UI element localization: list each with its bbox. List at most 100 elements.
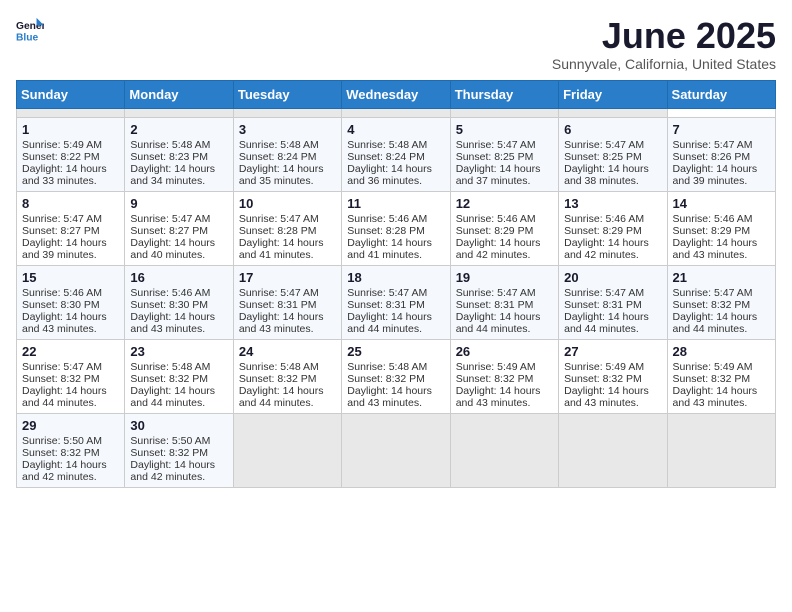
calendar-cell: 6Sunrise: 5:47 AMSunset: 8:25 PMDaylight… <box>559 117 667 191</box>
calendar-week-row <box>17 108 776 117</box>
day-number: 11 <box>347 196 444 211</box>
calendar-cell <box>559 108 667 117</box>
sunset-text: Sunset: 8:32 PM <box>239 373 336 385</box>
day-number: 14 <box>673 196 770 211</box>
calendar-cell: 28Sunrise: 5:49 AMSunset: 8:32 PMDayligh… <box>667 339 775 413</box>
calendar-cell <box>125 108 233 117</box>
calendar-week-row: 8Sunrise: 5:47 AMSunset: 8:27 PMDaylight… <box>17 191 776 265</box>
daylight-text: Daylight: 14 hours and 41 minutes. <box>239 237 336 261</box>
day-number: 21 <box>673 270 770 285</box>
calendar-cell: 23Sunrise: 5:48 AMSunset: 8:32 PMDayligh… <box>125 339 233 413</box>
sunset-text: Sunset: 8:25 PM <box>564 151 661 163</box>
calendar-cell <box>450 108 558 117</box>
daylight-text: Daylight: 14 hours and 43 minutes. <box>456 385 553 409</box>
header: General Blue June 2025 Sunnyvale, Califo… <box>16 16 776 72</box>
calendar-cell: 15Sunrise: 5:46 AMSunset: 8:30 PMDayligh… <box>17 265 125 339</box>
daylight-text: Daylight: 14 hours and 43 minutes. <box>22 311 119 335</box>
daylight-text: Daylight: 14 hours and 42 minutes. <box>564 237 661 261</box>
sunset-text: Sunset: 8:29 PM <box>673 225 770 237</box>
sunset-text: Sunset: 8:32 PM <box>22 373 119 385</box>
calendar-cell: 18Sunrise: 5:47 AMSunset: 8:31 PMDayligh… <box>342 265 450 339</box>
sunset-text: Sunset: 8:31 PM <box>564 299 661 311</box>
daylight-text: Daylight: 14 hours and 44 minutes. <box>239 385 336 409</box>
day-number: 1 <box>22 122 119 137</box>
calendar-cell: 17Sunrise: 5:47 AMSunset: 8:31 PMDayligh… <box>233 265 341 339</box>
day-number: 4 <box>347 122 444 137</box>
calendar-cell <box>667 413 775 487</box>
sunrise-text: Sunrise: 5:46 AM <box>673 213 770 225</box>
day-of-week-header: Thursday <box>450 80 558 108</box>
daylight-text: Daylight: 14 hours and 36 minutes. <box>347 163 444 187</box>
daylight-text: Daylight: 14 hours and 43 minutes. <box>673 385 770 409</box>
sunset-text: Sunset: 8:32 PM <box>673 373 770 385</box>
daylight-text: Daylight: 14 hours and 44 minutes. <box>130 385 227 409</box>
day-number: 24 <box>239 344 336 359</box>
calendar-cell <box>559 413 667 487</box>
day-of-week-header: Tuesday <box>233 80 341 108</box>
sunset-text: Sunset: 8:32 PM <box>456 373 553 385</box>
calendar-cell: 30Sunrise: 5:50 AMSunset: 8:32 PMDayligh… <box>125 413 233 487</box>
day-of-week-header: Sunday <box>17 80 125 108</box>
calendar-cell: 21Sunrise: 5:47 AMSunset: 8:32 PMDayligh… <box>667 265 775 339</box>
sunset-text: Sunset: 8:24 PM <box>347 151 444 163</box>
calendar-cell: 16Sunrise: 5:46 AMSunset: 8:30 PMDayligh… <box>125 265 233 339</box>
calendar-week-row: 15Sunrise: 5:46 AMSunset: 8:30 PMDayligh… <box>17 265 776 339</box>
sunset-text: Sunset: 8:32 PM <box>130 447 227 459</box>
sunrise-text: Sunrise: 5:50 AM <box>130 435 227 447</box>
day-number: 13 <box>564 196 661 211</box>
calendar-cell: 27Sunrise: 5:49 AMSunset: 8:32 PMDayligh… <box>559 339 667 413</box>
sunset-text: Sunset: 8:32 PM <box>673 299 770 311</box>
calendar-cell: 29Sunrise: 5:50 AMSunset: 8:32 PMDayligh… <box>17 413 125 487</box>
day-number: 29 <box>22 418 119 433</box>
sunrise-text: Sunrise: 5:47 AM <box>347 287 444 299</box>
svg-text:Blue: Blue <box>16 32 39 43</box>
sunrise-text: Sunrise: 5:47 AM <box>564 139 661 151</box>
sunset-text: Sunset: 8:32 PM <box>22 447 119 459</box>
daylight-text: Daylight: 14 hours and 37 minutes. <box>456 163 553 187</box>
sunrise-text: Sunrise: 5:49 AM <box>456 361 553 373</box>
calendar-week-row: 1Sunrise: 5:49 AMSunset: 8:22 PMDaylight… <box>17 117 776 191</box>
logo-icon: General Blue <box>16 16 44 44</box>
calendar-cell: 5Sunrise: 5:47 AMSunset: 8:25 PMDaylight… <box>450 117 558 191</box>
sunrise-text: Sunrise: 5:47 AM <box>22 361 119 373</box>
sunset-text: Sunset: 8:25 PM <box>456 151 553 163</box>
day-number: 3 <box>239 122 336 137</box>
day-of-week-header: Monday <box>125 80 233 108</box>
sunrise-text: Sunrise: 5:48 AM <box>347 139 444 151</box>
calendar-cell: 9Sunrise: 5:47 AMSunset: 8:27 PMDaylight… <box>125 191 233 265</box>
day-number: 20 <box>564 270 661 285</box>
day-number: 18 <box>347 270 444 285</box>
calendar-cell: 25Sunrise: 5:48 AMSunset: 8:32 PMDayligh… <box>342 339 450 413</box>
calendar-cell: 10Sunrise: 5:47 AMSunset: 8:28 PMDayligh… <box>233 191 341 265</box>
sunrise-text: Sunrise: 5:47 AM <box>239 213 336 225</box>
sunset-text: Sunset: 8:30 PM <box>130 299 227 311</box>
calendar-cell: 1Sunrise: 5:49 AMSunset: 8:22 PMDaylight… <box>17 117 125 191</box>
day-number: 16 <box>130 270 227 285</box>
daylight-text: Daylight: 14 hours and 40 minutes. <box>130 237 227 261</box>
sunrise-text: Sunrise: 5:46 AM <box>564 213 661 225</box>
daylight-text: Daylight: 14 hours and 43 minutes. <box>347 385 444 409</box>
calendar-table: SundayMondayTuesdayWednesdayThursdayFrid… <box>16 80 776 488</box>
day-number: 25 <box>347 344 444 359</box>
sunset-text: Sunset: 8:32 PM <box>130 373 227 385</box>
logo: General Blue <box>16 16 44 44</box>
day-number: 8 <box>22 196 119 211</box>
title-area: June 2025 Sunnyvale, California, United … <box>552 16 776 72</box>
sunset-text: Sunset: 8:26 PM <box>673 151 770 163</box>
daylight-text: Daylight: 14 hours and 33 minutes. <box>22 163 119 187</box>
day-number: 17 <box>239 270 336 285</box>
sunset-text: Sunset: 8:31 PM <box>347 299 444 311</box>
calendar-cell: 2Sunrise: 5:48 AMSunset: 8:23 PMDaylight… <box>125 117 233 191</box>
sunrise-text: Sunrise: 5:46 AM <box>347 213 444 225</box>
day-number: 26 <box>456 344 553 359</box>
calendar-week-row: 29Sunrise: 5:50 AMSunset: 8:32 PMDayligh… <box>17 413 776 487</box>
sunset-text: Sunset: 8:28 PM <box>347 225 444 237</box>
daylight-text: Daylight: 14 hours and 42 minutes. <box>130 459 227 483</box>
sunrise-text: Sunrise: 5:47 AM <box>456 287 553 299</box>
daylight-text: Daylight: 14 hours and 44 minutes. <box>22 385 119 409</box>
calendar-cell: 4 Sunrise: 5:48 AMSunset: 8:24 PMDaylight… <box>342 117 450 191</box>
sunrise-text: Sunrise: 5:46 AM <box>456 213 553 225</box>
sunrise-text: Sunrise: 5:48 AM <box>239 139 336 151</box>
daylight-text: Daylight: 14 hours and 44 minutes. <box>673 311 770 335</box>
calendar-cell: 24Sunrise: 5:48 AMSunset: 8:32 PMDayligh… <box>233 339 341 413</box>
